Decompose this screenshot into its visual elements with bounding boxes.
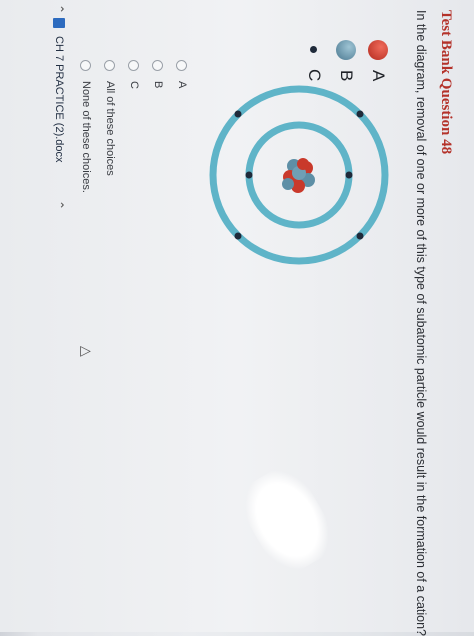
choice-b[interactable]: B <box>152 60 164 88</box>
choice-label: None of these choices. <box>80 81 92 193</box>
electron <box>356 232 364 240</box>
choice-none[interactable]: None of these choices. <box>80 60 92 193</box>
radio-button[interactable] <box>128 60 140 71</box>
chevron-up-icon[interactable]: ⌃ <box>52 200 66 210</box>
radio-button[interactable] <box>104 60 116 71</box>
rotated-screen: Test Bank Question 48 In the diagram, re… <box>0 0 474 636</box>
legend-item-b: B <box>336 40 356 81</box>
choice-all[interactable]: All of these choices <box>104 60 116 176</box>
radio-button[interactable] <box>176 60 188 71</box>
electron <box>356 110 364 118</box>
choice-label: All of these choices <box>104 81 116 176</box>
download-item[interactable]: CH 7 PRACTICE (2).docx <box>53 18 65 163</box>
electron <box>234 232 242 240</box>
choice-label: C <box>128 81 140 89</box>
electron <box>245 171 253 179</box>
proton-ball-icon <box>368 40 388 60</box>
neutron-ball-icon <box>336 40 356 60</box>
legend-item-a: A <box>368 40 388 81</box>
mouse-cursor-icon: ▷ <box>80 341 91 358</box>
nucleus <box>282 158 315 193</box>
screen-glare <box>231 459 343 581</box>
electron <box>345 171 353 179</box>
radio-button[interactable] <box>80 60 92 71</box>
question-text: In the diagram, removal of one or more o… <box>414 10 428 636</box>
electron <box>234 110 242 118</box>
legend-item-c: C <box>304 40 324 81</box>
electron-dot-icon <box>310 46 318 53</box>
choice-c[interactable]: C <box>128 60 140 89</box>
choice-label: B <box>152 81 164 89</box>
choice-a[interactable]: A <box>176 60 188 88</box>
atom-diagram <box>209 85 389 265</box>
word-document-icon <box>53 18 65 28</box>
download-bar: ⌃ CH 7 PRACTICE (2).docx ⌃ <box>0 0 70 632</box>
choice-label: A <box>176 81 188 89</box>
chevron-up-icon[interactable]: ⌃ <box>52 4 66 14</box>
download-filename: CH 7 PRACTICE (2).docx <box>53 36 65 163</box>
question-panel: Test Bank Question 48 In the diagram, re… <box>0 0 474 636</box>
radio-button[interactable] <box>152 60 164 71</box>
question-title: Test Bank Question 48 <box>438 10 454 155</box>
